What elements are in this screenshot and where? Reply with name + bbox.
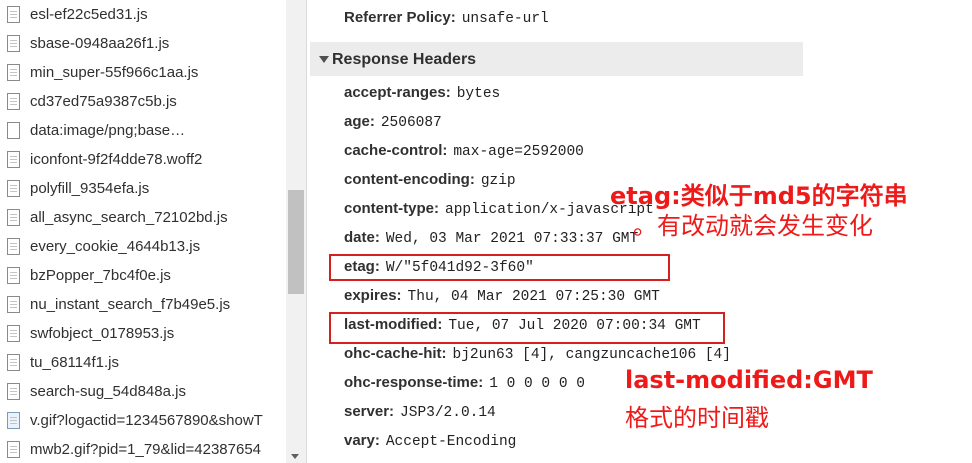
last-modified-annotation: last-modified:GMT: [625, 366, 873, 394]
file-icon: [7, 64, 20, 81]
file-icon: [7, 383, 20, 400]
request-file-name: nu_instant_search_f7b49e5.js: [30, 296, 231, 313]
header-value: bytes: [456, 86, 501, 102]
request-file-name: min_super-55f966c1aa.js: [30, 64, 199, 81]
request-list-item[interactable]: polyfill_9354efa.js: [0, 174, 286, 203]
header-value: Wed, 03 Mar 2021 07:33:37 GMT: [385, 231, 639, 247]
header-value: gzip: [480, 173, 516, 189]
file-icon: [7, 441, 20, 458]
request-list-item[interactable]: tu_68114f1.js: [0, 348, 286, 377]
header-key: age:: [344, 113, 375, 130]
file-icon: [7, 267, 20, 284]
header-key: cache-control:: [344, 142, 448, 159]
request-list-item[interactable]: min_super-55f966c1aa.js: [0, 58, 286, 87]
header-key: expires:: [344, 287, 402, 304]
header-value: Accept-Encoding: [385, 434, 517, 450]
request-file-name: all_async_search_72102bd.js: [30, 209, 228, 226]
header-key: vary:: [344, 432, 380, 449]
header-key: ohc-cache-hit:: [344, 345, 447, 362]
request-list-item[interactable]: nu_instant_search_f7b49e5.js: [0, 290, 286, 319]
section-title[interactable]: Response Headers: [332, 51, 476, 69]
header-key: content-encoding:: [344, 171, 475, 188]
header-row: content-type: application/x-javascript: [344, 200, 654, 218]
header-key: content-type:: [344, 200, 439, 217]
etag-annotation-line2: 。有改动就会发生变化: [633, 212, 873, 240]
request-file-name: every_cookie_4644b13.js: [30, 238, 201, 255]
header-value: 1 0 0 0 0 0: [489, 376, 585, 392]
header-key: Referrer Policy:: [344, 9, 456, 26]
file-icon: [7, 35, 20, 52]
request-file-name: iconfont-9f2f4dde78.woff2: [30, 151, 203, 168]
request-file-name: polyfill_9354efa.js: [30, 180, 150, 197]
file-icon: [7, 238, 20, 255]
file-icon: [7, 296, 20, 313]
triangle-down-icon[interactable]: [319, 56, 329, 63]
header-row: cache-control: max-age=2592000: [344, 142, 584, 160]
file-icon: [7, 151, 20, 168]
request-list-item[interactable]: esl-ef22c5ed31.js: [0, 0, 286, 29]
request-list-item[interactable]: v.gif?logactid=1234567890&showT: [0, 406, 286, 435]
file-icon: [7, 354, 20, 371]
request-list-item[interactable]: search-sug_54d848a.js: [0, 377, 286, 406]
scroll-down-arrow-icon[interactable]: [291, 454, 299, 459]
request-list-item[interactable]: swfobject_0178953.js: [0, 319, 286, 348]
request-list-item[interactable]: mwb2.gif?pid=1_79&lid=42387654: [0, 435, 286, 463]
request-list-item[interactable]: cd37ed75a9387c5b.js: [0, 87, 286, 116]
request-file-name: v.gif?logactid=1234567890&showT: [30, 412, 263, 429]
last-modified-annotation-line2: 格式的时间戳: [625, 404, 769, 432]
request-list-item[interactable]: bzPopper_7bc4f0e.js: [0, 261, 286, 290]
file-icon: [7, 180, 20, 197]
request-list-item[interactable]: sbase-0948aa26f1.js: [0, 29, 286, 58]
request-file-name: search-sug_54d848a.js: [30, 383, 186, 400]
request-file-name: sbase-0948aa26f1.js: [30, 35, 170, 52]
etag-highlight-box: [329, 254, 670, 281]
header-value: 2506087: [380, 115, 442, 131]
headers-panel: Referrer Policy: unsafe-url Response Head…: [307, 0, 972, 463]
header-key: ohc-response-time:: [344, 374, 484, 391]
file-icon: [7, 93, 20, 110]
header-row: server: JSP3/2.0.14: [344, 403, 496, 421]
blank-file-icon: [7, 122, 20, 139]
header-key: accept-ranges:: [344, 84, 451, 101]
header-key: date:: [344, 229, 380, 246]
request-file-name: cd37ed75a9387c5b.js: [30, 93, 177, 110]
header-value: JSP3/2.0.14: [400, 405, 496, 421]
header-row: ohc-response-time: 1 0 0 0 0 0: [344, 374, 585, 392]
header-row: date: Wed, 03 Mar 2021 07:33:37 GMT: [344, 229, 638, 247]
header-row: expires: Thu, 04 Mar 2021 07:25:30 GMT: [344, 287, 660, 305]
request-file-name: esl-ef22c5ed31.js: [30, 6, 148, 23]
header-row: content-encoding: gzip: [344, 171, 516, 189]
scrollbar-thumb[interactable]: [288, 190, 304, 294]
request-list-panel: esl-ef22c5ed31.js sbase-0948aa26f1.js min_…: [0, 0, 306, 463]
request-list-item[interactable]: data:image/png;base…: [0, 116, 286, 145]
header-value: bj2un63 [4], cangzuncache106 [4]: [452, 347, 731, 363]
request-list-item[interactable]: every_cookie_4644b13.js: [0, 232, 286, 261]
header-key: server:: [344, 403, 395, 420]
last-modified-highlight-box: [329, 312, 725, 344]
header-row-referrer-policy: Referrer Policy: unsafe-url: [344, 9, 549, 27]
request-file-name: tu_68114f1.js: [30, 354, 119, 371]
request-file-name: mwb2.gif?pid=1_79&lid=42387654: [30, 441, 262, 458]
header-row: age: 2506087: [344, 113, 442, 131]
header-row: accept-ranges: bytes: [344, 84, 500, 102]
request-file-name: data:image/png;base…: [30, 122, 186, 139]
file-icon: [7, 325, 20, 342]
request-file-name: swfobject_0178953.js: [30, 325, 175, 342]
request-file-name: bzPopper_7bc4f0e.js: [30, 267, 171, 284]
image-file-icon: [7, 412, 20, 429]
file-icon: [7, 6, 20, 23]
header-value: max-age=2592000: [453, 144, 584, 160]
header-row: vary: Accept-Encoding: [344, 432, 516, 450]
file-icon: [7, 209, 20, 226]
header-value: unsafe-url: [461, 11, 549, 27]
header-row: ohc-cache-hit: bj2un63 [4], cangzuncache1…: [344, 345, 731, 363]
request-list-item[interactable]: iconfont-9f2f4dde78.woff2: [0, 145, 286, 174]
header-value: Thu, 04 Mar 2021 07:25:30 GMT: [407, 289, 660, 305]
request-list-item[interactable]: all_async_search_72102bd.js: [0, 203, 286, 232]
